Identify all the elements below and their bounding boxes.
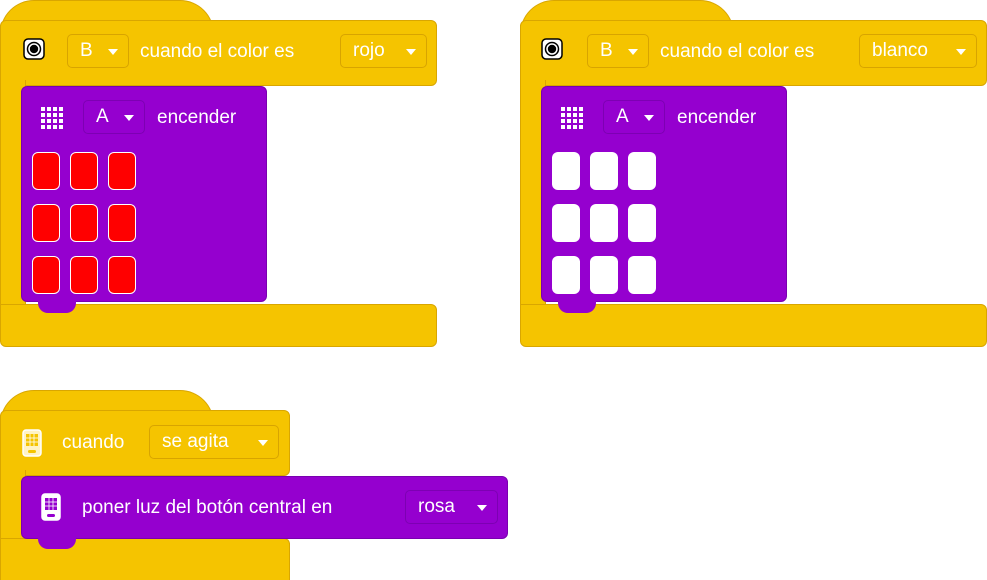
gesture-value: se agita [162,431,229,452]
chevron-down-icon [124,115,134,121]
pixel-cell[interactable] [70,204,98,242]
block-notch [38,300,76,313]
light-matrix-icon [560,106,586,132]
pixel-cell[interactable] [108,204,136,242]
when-color-label: cuando el color es [140,41,295,62]
chevron-down-icon [108,49,118,55]
light-color-value: rosa [418,496,455,517]
chevron-down-icon [644,115,654,121]
pixel-cell[interactable] [628,256,656,294]
matrix-port-value: A [616,106,629,127]
sensor-port-value: B [600,40,613,61]
pixel-cell[interactable] [590,204,618,242]
pixel-cell[interactable] [628,204,656,242]
color-sensor-icon [541,38,563,60]
matrix-port-value: A [96,106,109,127]
matrix-port-dropdown[interactable]: A [83,100,145,134]
color-value: blanco [872,40,928,61]
sensor-port-dropdown[interactable]: B [587,34,649,68]
light-color-dropdown[interactable]: rosa [405,490,498,524]
block-notch [558,300,596,313]
chevron-down-icon [258,440,268,446]
when-label: cuando [62,432,125,453]
sensor-port-value: B [80,40,93,61]
turn-on-label: encender [677,107,757,128]
pixel-cell[interactable] [108,256,136,294]
matrix-port-dropdown[interactable]: A [603,100,665,134]
when-color-label: cuando el color es [660,41,815,62]
chevron-down-icon [406,49,416,55]
pixel-cell[interactable] [590,152,618,190]
sensor-port-dropdown[interactable]: B [67,34,129,68]
chevron-down-icon [956,49,966,55]
color-value: rojo [353,40,385,61]
light-matrix-icon [40,106,66,132]
color-value-dropdown[interactable]: rojo [340,34,427,68]
pixel-cell[interactable] [552,256,580,294]
pixel-cell[interactable] [32,256,60,294]
pixel-cell[interactable] [108,152,136,190]
block-notch [38,537,76,549]
pixel-cell[interactable] [552,204,580,242]
chevron-down-icon [628,49,638,55]
pixel-cell[interactable] [70,256,98,294]
pixel-cell[interactable] [552,152,580,190]
pixel-cell[interactable] [32,152,60,190]
chevron-down-icon [477,505,487,511]
pixel-cell[interactable] [590,256,618,294]
turn-on-label: encender [157,107,237,128]
center-light-label: poner luz del botón central en [82,497,333,518]
pixel-cell[interactable] [32,204,60,242]
color-value-dropdown[interactable]: blanco [859,34,977,68]
gesture-dropdown[interactable]: se agita [149,425,279,459]
hub-icon [22,429,42,457]
pixel-cell[interactable] [70,152,98,190]
hub-icon [41,493,61,521]
pixel-cell[interactable] [628,152,656,190]
color-sensor-icon [23,38,45,60]
